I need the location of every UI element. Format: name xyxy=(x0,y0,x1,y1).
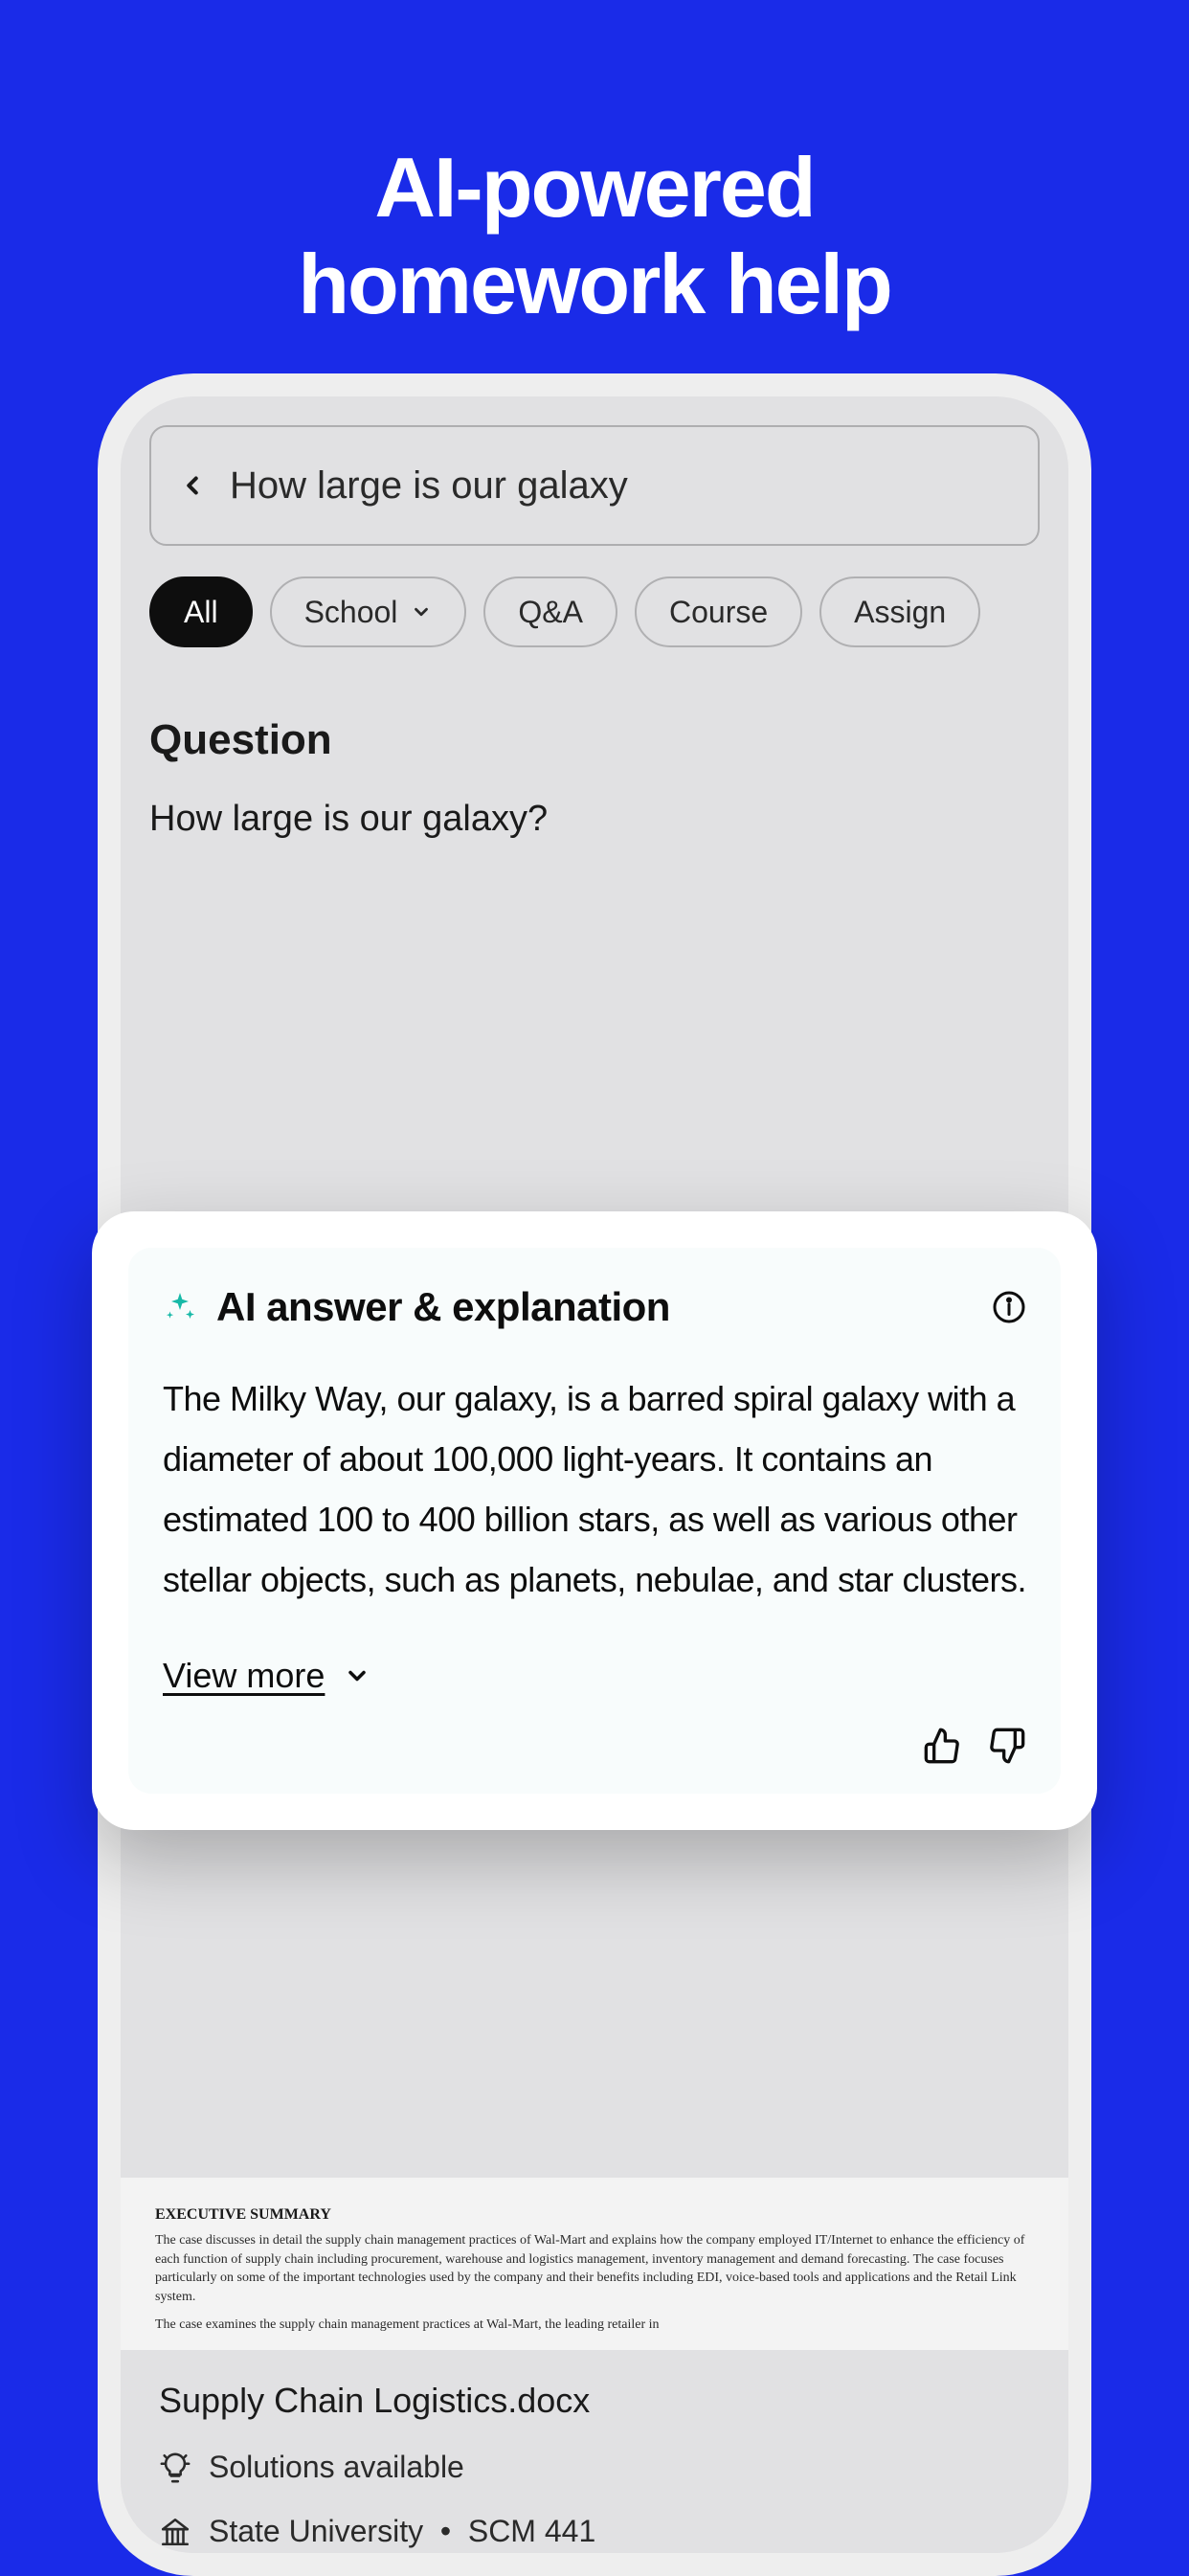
filter-chip-qa[interactable]: Q&A xyxy=(483,576,617,647)
filter-label: School xyxy=(304,595,398,630)
filter-chip-school[interactable]: School xyxy=(270,576,467,647)
doc-preview-body: The case discusses in detail the supply … xyxy=(155,2231,1034,2306)
ai-answer-inner: AI answer & explanation The Milky Way, o… xyxy=(128,1248,1061,1794)
doc-preview-title: EXECUTIVE SUMMARY xyxy=(155,2206,1034,2224)
thumbs-down-icon[interactable] xyxy=(988,1727,1026,1765)
headline-line2: homework help xyxy=(298,237,890,331)
filter-row: All School Q&A Course Assign xyxy=(149,576,1040,647)
doc-solutions-text: Solutions available xyxy=(209,2450,464,2485)
view-more-row[interactable]: View more xyxy=(163,1656,1026,1696)
document-filename: Supply Chain Logistics.docx xyxy=(159,2381,1030,2421)
doc-school-row: State University • SCM 441 xyxy=(159,2514,1030,2549)
ai-answer-title: AI answer & explanation xyxy=(216,1284,973,1330)
search-query-text: How large is our galaxy xyxy=(230,464,628,508)
info-icon[interactable] xyxy=(992,1290,1026,1324)
feedback-row xyxy=(163,1727,1026,1765)
ai-answer-body: The Milky Way, our galaxy, is a barred s… xyxy=(163,1368,1026,1610)
doc-course-code: SCM 441 xyxy=(468,2514,595,2548)
institution-icon xyxy=(159,2516,191,2548)
ai-answer-card: AI answer & explanation The Milky Way, o… xyxy=(92,1211,1097,1830)
doc-preview-subline: The case examines the supply chain manag… xyxy=(155,2316,1034,2335)
lightbulb-icon xyxy=(159,2452,191,2484)
chevron-down-icon xyxy=(344,1662,370,1689)
ai-answer-header: AI answer & explanation xyxy=(163,1284,1026,1330)
filter-label: Course xyxy=(669,595,768,630)
filter-chip-course[interactable]: Course xyxy=(635,576,802,647)
filter-label: Assign xyxy=(854,595,946,630)
document-info[interactable]: Supply Chain Logistics.docx Solutions av… xyxy=(121,2350,1068,2576)
document-preview: EXECUTIVE SUMMARY The case discusses in … xyxy=(121,2178,1068,2363)
filter-chip-assignment[interactable]: Assign xyxy=(819,576,980,647)
question-text: How large is our galaxy? xyxy=(149,799,1040,840)
search-bar[interactable]: How large is our galaxy xyxy=(149,425,1040,546)
doc-school-name: State University xyxy=(209,2514,423,2548)
headline: AI-powered homework help xyxy=(0,0,1189,332)
thumbs-up-icon[interactable] xyxy=(923,1727,961,1765)
doc-school-text: State University • SCM 441 xyxy=(209,2514,595,2549)
back-chevron-icon[interactable] xyxy=(178,471,207,500)
filter-chip-all[interactable]: All xyxy=(149,576,253,647)
view-more-link[interactable]: View more xyxy=(163,1656,325,1696)
filter-label: All xyxy=(184,595,218,630)
question-section-label: Question xyxy=(149,716,1040,764)
doc-solutions-row: Solutions available xyxy=(159,2450,1030,2485)
chevron-down-icon xyxy=(411,601,432,622)
headline-line1: AI-powered xyxy=(374,140,814,235)
sparkle-icon xyxy=(163,1290,197,1324)
filter-label: Q&A xyxy=(518,595,583,630)
